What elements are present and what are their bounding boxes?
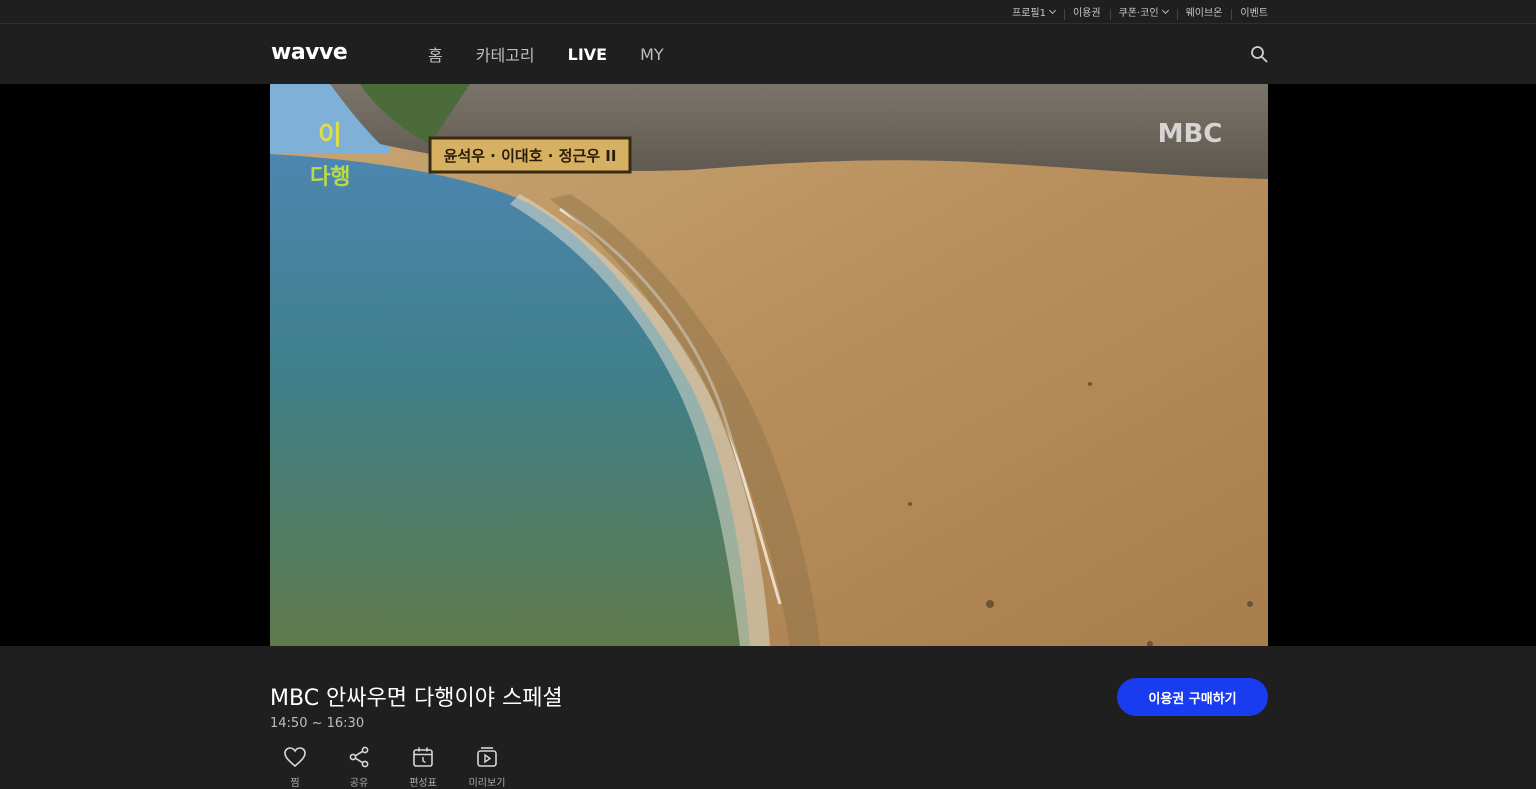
program-actions: 찜 공유 편성표 미리보기 [270, 744, 526, 789]
main-nav: 홈 카테고리 LIVE MY [428, 24, 697, 84]
chevron-down-icon [1048, 6, 1057, 14]
program-info [0, 646, 1536, 776]
util-subscription[interactable]: 이용권 [1063, 4, 1110, 20]
nav-live[interactable]: LIVE [568, 45, 607, 64]
preview-button[interactable]: 미리보기 [462, 744, 512, 789]
util-profile-label: 프로필1 [1012, 8, 1046, 19]
preview-label: 미리보기 [468, 778, 506, 789]
video-caption: 윤석우 · 이대호 · 정근우 II [444, 147, 617, 165]
video-player[interactable]: 윤석우 · 이대호 · 정근우 II 이 다행 MBC [270, 84, 1268, 646]
channel-watermark: MBC [1158, 119, 1223, 149]
utility-bar: 프로필1 이용권 쿠폰·코인 웨이브온 이벤트 [0, 0, 1536, 24]
like-label: 찜 [290, 778, 300, 789]
util-event-label: 이벤트 [1240, 8, 1268, 19]
nav-category[interactable]: 카테고리 [476, 42, 535, 66]
video-frame: 윤석우 · 이대호 · 정근우 II 이 다행 MBC [270, 84, 1268, 646]
schedule-label: 편성표 [409, 778, 437, 789]
share-label: 공유 [349, 778, 369, 789]
share-icon [349, 746, 369, 768]
like-button[interactable]: 찜 [270, 744, 320, 789]
calendar-icon [413, 747, 433, 767]
search-icon[interactable] [1250, 45, 1268, 63]
buy-subscription-button[interactable]: 이용권 구매하기 [1117, 678, 1268, 716]
util-wavveon-label: 웨이브온 [1185, 8, 1223, 19]
chevron-down-icon [1161, 6, 1169, 14]
program-time: 14:50 ~ 16:30 [270, 716, 365, 731]
play-icon [477, 747, 497, 767]
util-coupon-coin[interactable]: 쿠폰·코인 [1109, 4, 1177, 20]
schedule-button[interactable]: 편성표 [398, 744, 448, 789]
nav-my[interactable]: MY [640, 45, 664, 64]
wavve-logo[interactable]: wavve [271, 40, 348, 65]
svg-text:이: 이 [318, 121, 342, 151]
util-subscription-label: 이용권 [1072, 8, 1101, 19]
util-coupon-label: 쿠폰·코인 [1118, 8, 1159, 19]
util-event[interactable]: 이벤트 [1231, 4, 1268, 20]
heart-icon [284, 747, 306, 768]
util-profile[interactable]: 프로필1 [1003, 4, 1064, 19]
share-button[interactable]: 공유 [334, 744, 384, 789]
util-wavveon[interactable]: 웨이브온 [1176, 4, 1232, 20]
program-title: MBC 안싸우면 다행이야 스페셜 [270, 686, 563, 711]
nav-home[interactable]: 홈 [428, 42, 443, 66]
svg-text:다행: 다행 [310, 165, 350, 190]
main-header: wavve 홈 카테고리 LIVE MY [0, 24, 1536, 84]
